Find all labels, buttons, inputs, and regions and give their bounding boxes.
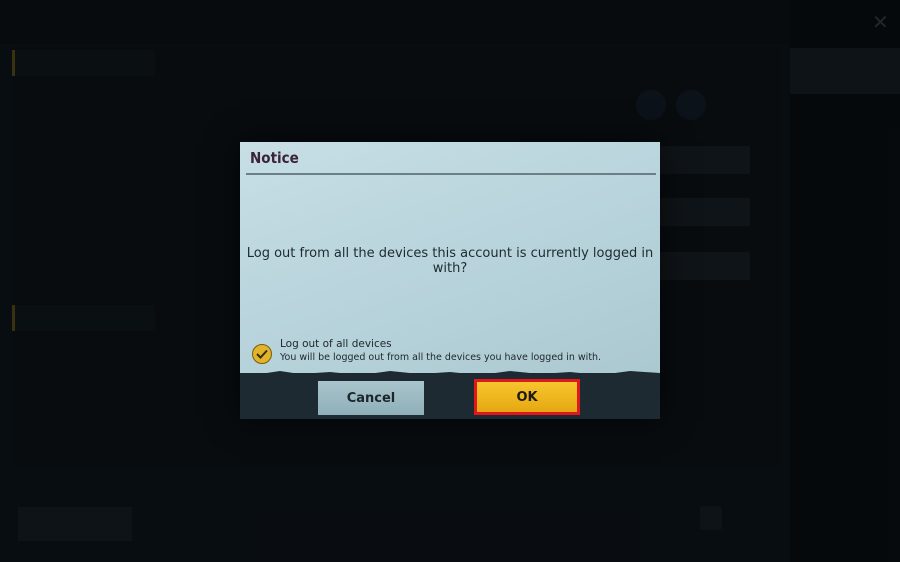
torn-edge-decoration [240,371,660,377]
dialog-title: Notice [250,149,299,167]
ok-button[interactable]: OK [474,379,580,415]
dialog-header: Notice [240,142,660,174]
dialog-footer: Cancel OK [240,371,660,419]
checkmark-circle-icon[interactable] [252,344,272,364]
dialog-divider [246,173,656,175]
logout-all-devices-option[interactable]: Log out of all devices You will be logge… [252,338,652,368]
notice-dialog: Notice Log out from all the devices this… [240,142,660,419]
option-title: Log out of all devices [280,338,392,350]
cancel-button[interactable]: Cancel [318,381,424,415]
option-description: You will be logged out from all the devi… [280,352,602,363]
dialog-message: Log out from all the devices this accoun… [246,246,654,276]
